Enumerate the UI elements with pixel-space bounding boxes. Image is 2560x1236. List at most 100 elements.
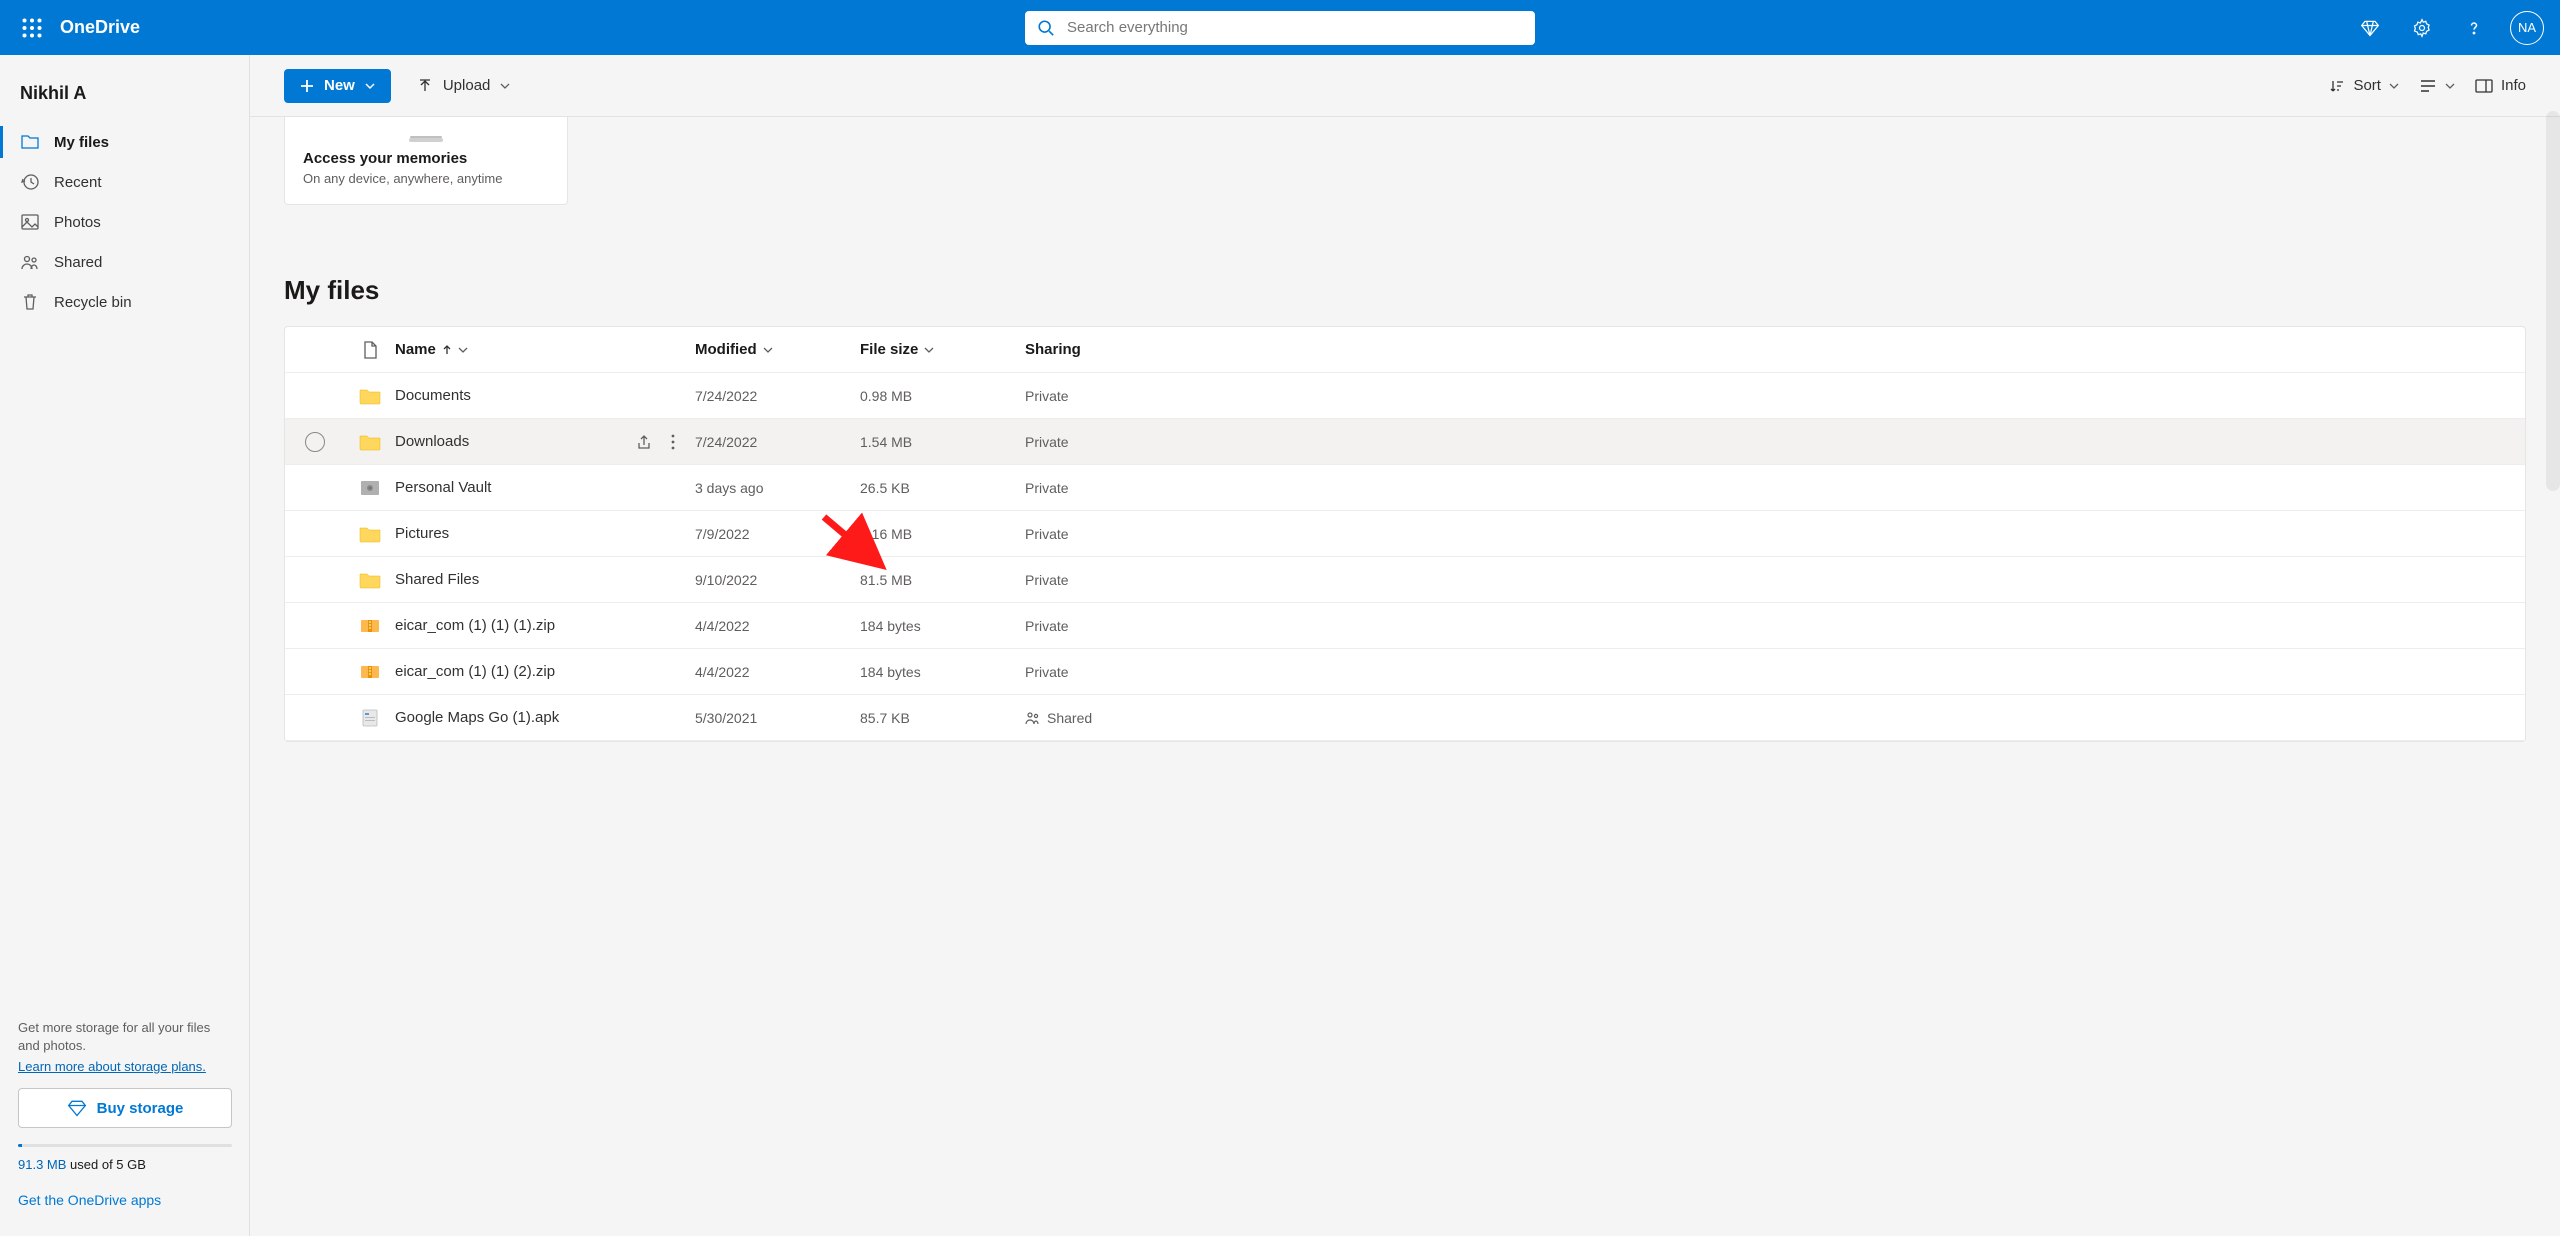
cell-name[interactable]: eicar_com (1) (1) (2).zip (395, 663, 695, 680)
sidebar-nav: My files Recent Photos Shared Recycle bin (0, 122, 249, 322)
memories-illustration (303, 128, 549, 142)
command-bar: New Upload Sort I (250, 55, 2560, 117)
account-avatar[interactable]: NA (2510, 11, 2544, 45)
photos-icon (20, 212, 40, 232)
upload-icon (417, 78, 433, 94)
storage-promo-text: Get more storage for all your files and … (18, 1019, 231, 1055)
view-options-button[interactable] (2419, 78, 2455, 94)
user-name: Nikhil A (0, 73, 249, 122)
table-row[interactable]: eicar_com (1) (1) (2).zip4/4/2022184 byt… (285, 649, 2525, 695)
plus-icon (300, 79, 314, 93)
sidebar-item-recent[interactable]: Recent (0, 162, 249, 202)
cell-modified: 5/30/2021 (695, 710, 860, 726)
upload-label: Upload (443, 77, 491, 94)
table-row[interactable]: Documents7/24/20220.98 MBPrivate (285, 373, 2525, 419)
chevron-down-icon (500, 81, 510, 91)
sidebar-item-photos[interactable]: Photos (0, 202, 249, 242)
cell-size: 7.16 MB (860, 526, 1025, 542)
get-apps-link[interactable]: Get the OneDrive apps (18, 1192, 231, 1208)
buy-storage-button[interactable]: Buy storage (18, 1088, 232, 1128)
settings-button[interactable] (2398, 4, 2446, 52)
suite-header: OneDrive NA (0, 0, 2560, 55)
cell-modified: 9/10/2022 (695, 572, 860, 588)
diamond-icon (67, 1098, 87, 1118)
brand-name[interactable]: OneDrive (60, 17, 140, 38)
new-button[interactable]: New (284, 69, 391, 103)
help-button[interactable] (2450, 4, 2498, 52)
storage-used: 91.3 MB used of 5 GB (18, 1157, 231, 1172)
cell-size: 184 bytes (860, 618, 1025, 634)
info-button[interactable]: Info (2475, 77, 2526, 94)
cell-size: 0.98 MB (860, 388, 1025, 404)
storage-used-amount[interactable]: 91.3 MB (18, 1157, 66, 1172)
cell-sharing: Private (1025, 526, 1205, 542)
cell-name[interactable]: Personal Vault (395, 479, 695, 496)
column-size[interactable]: File size (860, 341, 1025, 358)
cell-sharing: Private (1025, 572, 1205, 588)
column-sharing[interactable]: Sharing (1025, 341, 1205, 358)
cell-name[interactable]: Pictures (395, 525, 695, 542)
memories-card[interactable]: Access your memories On any device, anyw… (284, 117, 568, 205)
sidebar-item-label: Recent (54, 174, 102, 191)
sidebar-item-label: Photos (54, 214, 101, 231)
chevron-down-icon (2389, 81, 2399, 91)
folder-icon (20, 132, 40, 152)
cell-sharing: Private (1025, 388, 1205, 404)
share-icon[interactable] (635, 433, 653, 451)
cell-name[interactable]: Shared Files (395, 571, 695, 588)
memories-title: Access your memories (303, 150, 549, 167)
column-modified[interactable]: Modified (695, 341, 860, 358)
storage-plans-link[interactable]: Learn more about storage plans. (18, 1059, 206, 1074)
memories-subtitle: On any device, anywhere, anytime (303, 171, 549, 186)
cell-size: 184 bytes (860, 664, 1025, 680)
app-launcher-button[interactable] (8, 4, 56, 52)
column-file-icon[interactable] (345, 341, 395, 359)
file-type-icon (345, 663, 395, 681)
sort-icon (2329, 78, 2345, 94)
premium-button[interactable] (2346, 4, 2394, 52)
sidebar-item-my-files[interactable]: My files (0, 122, 249, 162)
cell-modified: 7/24/2022 (695, 434, 860, 450)
file-type-icon (345, 708, 395, 728)
cell-size: 85.7 KB (860, 710, 1025, 726)
file-type-icon (345, 479, 395, 497)
table-row[interactable]: Downloads7/24/20221.54 MBPrivate (285, 419, 2525, 465)
search-input[interactable] (1025, 11, 1535, 45)
sort-label: Sort (2353, 77, 2381, 94)
recent-icon (20, 172, 40, 192)
file-table: Name Modified File size Sharing (284, 326, 2526, 742)
table-row[interactable]: Personal Vault3 days ago26.5 KBPrivate (285, 465, 2525, 511)
new-label: New (324, 77, 355, 94)
cell-modified: 7/9/2022 (695, 526, 860, 542)
cell-size: 26.5 KB (860, 480, 1025, 496)
table-row[interactable]: eicar_com (1) (1) (1).zip4/4/2022184 byt… (285, 603, 2525, 649)
column-name[interactable]: Name (395, 341, 695, 358)
sidebar-item-shared[interactable]: Shared (0, 242, 249, 282)
cell-sharing: Private (1025, 480, 1205, 496)
table-row[interactable]: Pictures7/9/20227.16 MBPrivate (285, 511, 2525, 557)
upload-button[interactable]: Upload (407, 71, 521, 100)
table-header: Name Modified File size Sharing (285, 327, 2525, 373)
scrollbar[interactable] (2546, 111, 2560, 491)
file-type-icon (345, 387, 395, 405)
cell-name[interactable]: Documents (395, 387, 695, 404)
cell-name[interactable]: Downloads (395, 433, 695, 451)
cell-name[interactable]: eicar_com (1) (1) (1).zip (395, 617, 695, 634)
buy-storage-label: Buy storage (97, 1100, 184, 1117)
row-select[interactable] (285, 432, 345, 452)
table-row[interactable]: Shared Files9/10/202281.5 MBPrivate (285, 557, 2525, 603)
cell-sharing: Private (1025, 664, 1205, 680)
file-type-icon (345, 433, 395, 451)
table-row[interactable]: Google Maps Go (1).apk5/30/202185.7 KBSh… (285, 695, 2525, 741)
cell-name[interactable]: Google Maps Go (1).apk (395, 709, 695, 726)
sidebar-item-recycle-bin[interactable]: Recycle bin (0, 282, 249, 322)
sort-button[interactable]: Sort (2329, 77, 2399, 94)
sidebar-item-label: My files (54, 134, 109, 151)
cell-size: 1.54 MB (860, 434, 1025, 450)
chevron-down-icon (365, 81, 375, 91)
section-title: My files (284, 275, 2526, 306)
more-icon[interactable] (671, 434, 675, 450)
cell-modified: 4/4/2022 (695, 664, 860, 680)
view-icon (2419, 78, 2437, 94)
sidebar-item-label: Recycle bin (54, 294, 132, 311)
